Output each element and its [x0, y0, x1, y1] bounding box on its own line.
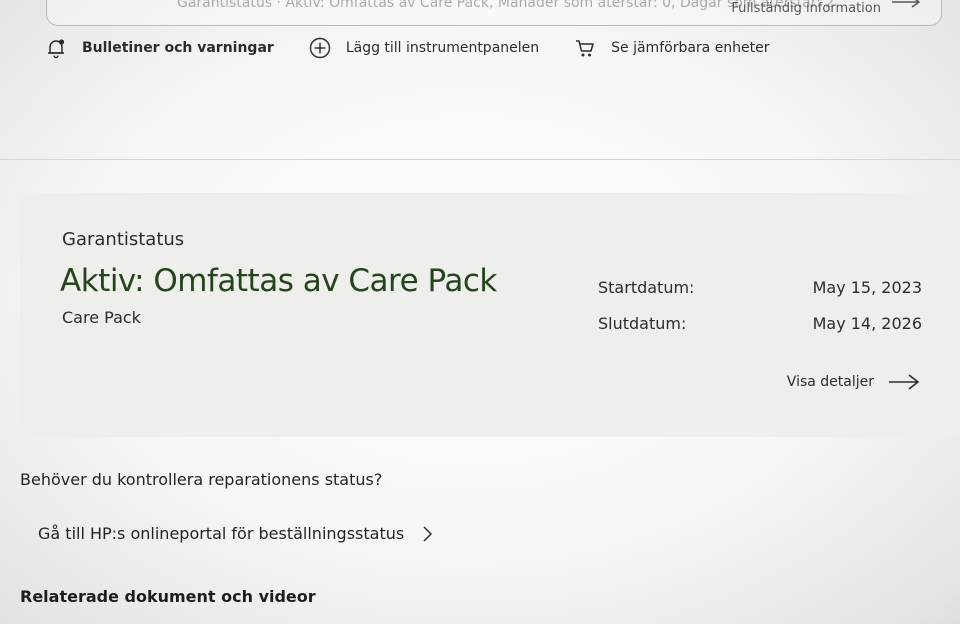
bulletins-alerts-label: Bulletiner och varningar: [82, 40, 274, 56]
order-status-portal-link[interactable]: Gå till HP:s onlineportal för beställnin…: [38, 524, 433, 543]
warranty-status-card: Garantistatus Aktiv: Omfattas av Care Pa…: [20, 193, 960, 437]
related-documents-heading: Relaterade dokument och videor: [20, 587, 316, 606]
warranty-label: Garantistatus: [62, 229, 185, 250]
warranty-summary-strip: Garantistatus · Aktiv: Omfattas av Care …: [46, 0, 942, 26]
view-details-link[interactable]: Visa detaljer: [787, 373, 920, 391]
section-divider: [0, 159, 960, 160]
chevron-right-icon: [423, 525, 433, 542]
bulletins-alerts-button[interactable]: Bulletiner och varningar: [44, 36, 274, 60]
start-date-value: May 15, 2023: [812, 278, 922, 297]
cart-icon: [573, 36, 597, 60]
end-date-value: May 14, 2026: [812, 314, 922, 333]
comparable-devices-button[interactable]: Se jämförbara enheter: [573, 36, 770, 60]
add-dashboard-button[interactable]: Lägg till instrumentpanelen: [308, 36, 539, 60]
full-info-link[interactable]: Fullständig information: [731, 1, 881, 16]
warranty-product: Care Pack: [62, 308, 141, 327]
comparable-devices-label: Se jämförbara enheter: [611, 40, 770, 56]
plus-circle-icon: [308, 36, 332, 60]
device-actions-bar: Bulletiner och varningar Lägg till instr…: [44, 34, 804, 62]
arrow-right-icon: [889, 374, 920, 390]
arrow-right-icon[interactable]: [891, 0, 921, 8]
view-details-label: Visa detaljer: [786, 374, 874, 390]
add-dashboard-label: Lägg till instrumentpanelen: [345, 40, 540, 56]
bell-icon: [44, 36, 68, 60]
portal-link-label: Gå till HP:s onlineportal för beställnin…: [38, 524, 405, 543]
end-date-label: Slutdatum:: [598, 314, 687, 333]
start-date-label: Startdatum:: [598, 278, 695, 297]
repair-status-question: Behöver du kontrollera reparationens sta…: [20, 470, 383, 489]
warranty-status-title: Aktiv: Omfattas av Care Pack: [60, 263, 497, 299]
